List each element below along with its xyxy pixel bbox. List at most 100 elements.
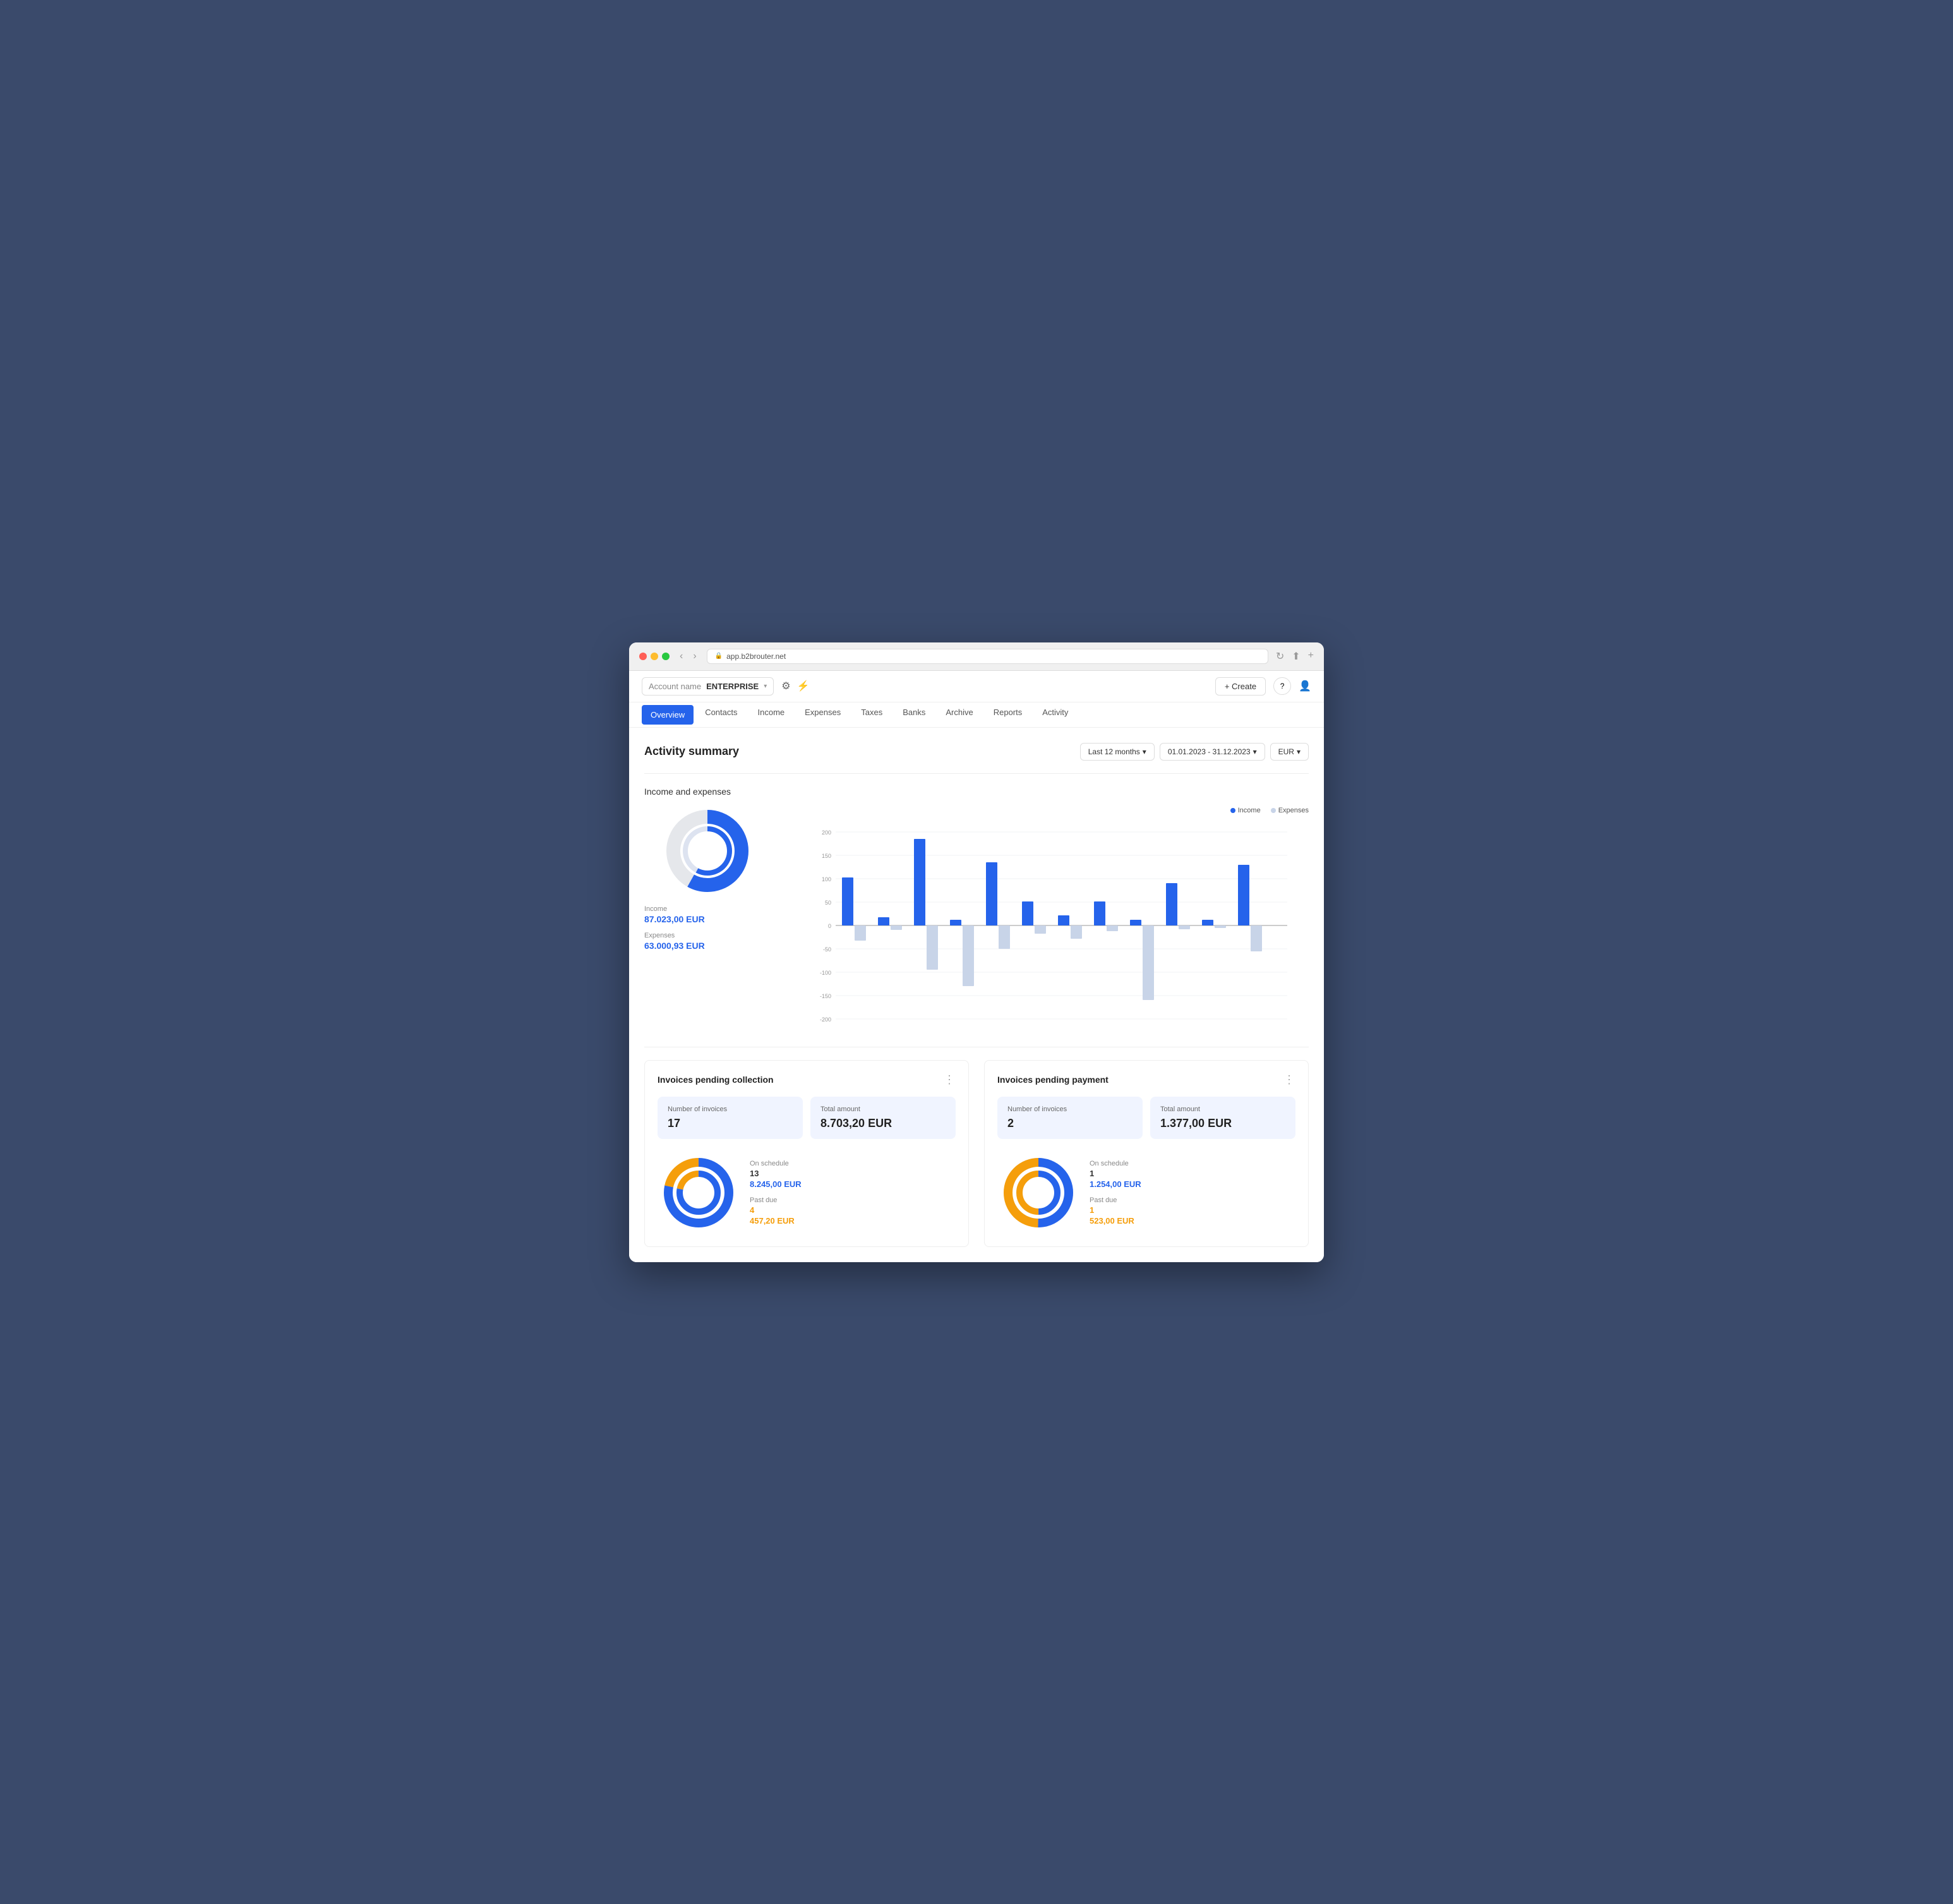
period-filter-label: Last 12 months [1088, 747, 1140, 756]
lock-icon: 🔒 [715, 653, 723, 660]
browser-chrome: ‹ › 🔒 app.b2brouter.net ↻ ⬆ + [629, 642, 1324, 671]
tab-banks[interactable]: Banks [894, 702, 934, 727]
legend-expenses-label: Expenses [1278, 807, 1309, 814]
user-icon[interactable]: 👤 [1299, 680, 1311, 692]
account-selector[interactable]: Account name ENTERPRISE ▾ [642, 677, 774, 696]
collection-total-value: 8.703,20 EUR [820, 1117, 946, 1130]
lightning-icon[interactable]: ⚡ [797, 680, 810, 692]
tab-activity[interactable]: Activity [1033, 702, 1077, 727]
payment-on-schedule-count: 1 [1090, 1169, 1295, 1178]
payment-num-label: Number of invoices [1007, 1106, 1133, 1113]
collection-past-due-label: Past due [750, 1196, 956, 1204]
payment-donut [997, 1152, 1079, 1234]
nav-arrows: ‹ › [677, 651, 699, 662]
expenses-dot [1271, 808, 1276, 813]
collection-on-schedule-amount: 8.245,00 EUR [750, 1179, 956, 1189]
payment-panel-header: Invoices pending payment ⋮ [997, 1073, 1295, 1087]
payment-total-value: 1.377,00 EUR [1160, 1117, 1285, 1130]
payment-past-due-label: Past due [1090, 1196, 1295, 1204]
date-filter-label: 01.01.2023 - 31.12.2023 [1168, 747, 1251, 756]
collection-num-value: 17 [668, 1117, 793, 1130]
collection-schedule-info: On schedule 13 8.245,00 EUR Past due 4 4… [750, 1160, 956, 1226]
payment-schedule-info: On schedule 1 1.254,00 EUR Past due 1 52… [1090, 1160, 1295, 1226]
back-button[interactable]: ‹ [677, 651, 685, 662]
svg-text:-100: -100 [820, 970, 831, 976]
close-button[interactable] [639, 653, 647, 660]
svg-text:150: 150 [822, 853, 831, 859]
collection-total-label: Total amount [820, 1106, 946, 1113]
minimize-button[interactable] [651, 653, 658, 660]
share-button[interactable]: ⬆ [1292, 650, 1300, 663]
tab-contacts[interactable]: Contacts [696, 702, 746, 727]
create-button[interactable]: + Create [1215, 677, 1266, 696]
tab-expenses[interactable]: Expenses [796, 702, 850, 727]
invoices-collection-panel: Invoices pending collection ⋮ Number of … [644, 1060, 969, 1247]
settings-icon[interactable]: ⚙ [781, 680, 790, 692]
collection-past-due-amount: 457,20 EUR [750, 1216, 956, 1226]
donut-svg [663, 807, 752, 895]
expenses-label: Expenses [644, 932, 771, 939]
forward-button[interactable]: › [690, 651, 699, 662]
income-label: Income [644, 905, 771, 913]
tab-archive[interactable]: Archive [937, 702, 982, 727]
bar-chart-svg: 200 150 100 50 0 -50 -100 [786, 819, 1309, 1021]
income-summary: Income 87.023,00 EUR [644, 905, 771, 924]
new-tab-button[interactable]: + [1308, 650, 1314, 663]
collection-stats-cards: Number of invoices 17 Total amount 8.703… [658, 1097, 956, 1139]
svg-text:-200: -200 [820, 1016, 831, 1021]
chart-area: Income Expenses 200 150 [786, 807, 1309, 1021]
date-filter-button[interactable]: 01.01.2023 - 31.12.2023 ▾ [1160, 743, 1265, 761]
payment-past-due-count: 1 [1090, 1205, 1295, 1215]
period-filter-button[interactable]: Last 12 months ▾ [1080, 743, 1155, 761]
payment-menu-button[interactable]: ⋮ [1283, 1073, 1295, 1087]
bar-chart: 200 150 100 50 0 -50 -100 [786, 819, 1309, 1021]
collection-donut [658, 1152, 740, 1234]
income-dot [1230, 808, 1235, 813]
top-bar: Account name ENTERPRISE ▾ ⚙ ⚡ + Create ?… [629, 671, 1324, 702]
payment-stats-cards: Number of invoices 2 Total amount 1.377,… [997, 1097, 1295, 1139]
collection-on-schedule-count: 13 [750, 1169, 956, 1178]
svg-text:200: 200 [822, 829, 831, 836]
currency-filter-label: EUR [1278, 747, 1294, 756]
reload-button[interactable]: ↻ [1276, 650, 1284, 663]
collection-menu-button[interactable]: ⋮ [944, 1073, 956, 1087]
legend-expenses: Expenses [1271, 807, 1309, 814]
collection-panel-title: Invoices pending collection [658, 1075, 774, 1085]
payment-num-invoices-card: Number of invoices 2 [997, 1097, 1143, 1139]
tab-reports[interactable]: Reports [985, 702, 1031, 727]
divider [644, 773, 1309, 774]
app-container: Account name ENTERPRISE ▾ ⚙ ⚡ + Create ?… [629, 671, 1324, 1262]
chevron-down-icon: ▾ [1253, 747, 1257, 756]
collection-detail: On schedule 13 8.245,00 EUR Past due 4 4… [658, 1152, 956, 1234]
account-name: ENTERPRISE [706, 682, 759, 691]
help-icon[interactable]: ? [1273, 677, 1291, 695]
income-expenses-section: Income 87.023,00 EUR Expenses 63.000,93 … [644, 807, 1309, 1021]
collection-past-due-count: 4 [750, 1205, 956, 1215]
address-bar[interactable]: 🔒 app.b2brouter.net [707, 649, 1268, 664]
page-title: Activity summary [644, 745, 739, 758]
account-label: Account name [649, 682, 701, 691]
collection-num-invoices-card: Number of invoices 17 [658, 1097, 803, 1139]
tab-overview[interactable]: Overview [642, 705, 694, 725]
svg-text:50: 50 [825, 900, 831, 906]
nav-tabs: Overview Contacts Income Expenses Taxes … [629, 702, 1324, 728]
left-summary: Income 87.023,00 EUR Expenses 63.000,93 … [644, 807, 771, 1021]
currency-filter-button[interactable]: EUR ▾ [1270, 743, 1309, 761]
collection-on-schedule-label: On schedule [750, 1160, 956, 1167]
expenses-value: 63.000,93 EUR [644, 941, 771, 951]
filter-controls: Last 12 months ▾ 01.01.2023 - 31.12.2023… [1080, 743, 1309, 761]
url-text: app.b2brouter.net [726, 652, 786, 661]
traffic-lights [639, 653, 670, 660]
payment-past-due-amount: 523,00 EUR [1090, 1216, 1295, 1226]
tab-income[interactable]: Income [749, 702, 794, 727]
tab-taxes[interactable]: Taxes [852, 702, 891, 727]
payment-on-schedule-label: On schedule [1090, 1160, 1295, 1167]
collection-num-label: Number of invoices [668, 1106, 793, 1113]
expenses-summary: Expenses 63.000,93 EUR [644, 932, 771, 951]
maximize-button[interactable] [662, 653, 670, 660]
payment-detail: On schedule 1 1.254,00 EUR Past due 1 52… [997, 1152, 1295, 1234]
payment-donut-svg [997, 1152, 1079, 1234]
income-expenses-title: Income and expenses [644, 786, 1309, 797]
legend-income: Income [1230, 807, 1261, 814]
chevron-down-icon: ▾ [1143, 747, 1146, 756]
